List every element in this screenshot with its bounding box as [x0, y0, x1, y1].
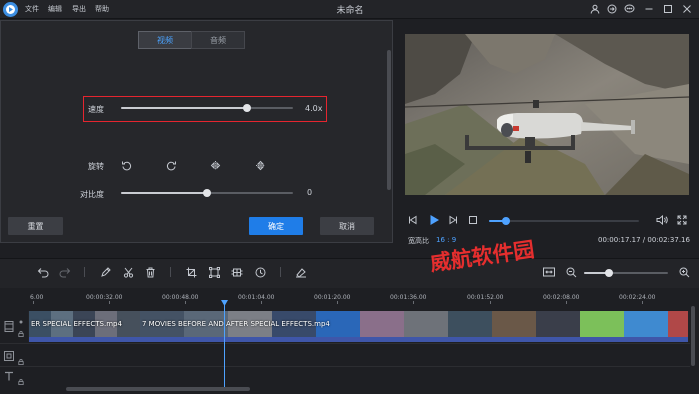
- playback-handle[interactable]: [502, 217, 510, 225]
- flip-vertical-icon[interactable]: [254, 159, 266, 171]
- menu-export[interactable]: 导出: [72, 4, 86, 14]
- duration-clock-icon[interactable]: [253, 265, 267, 279]
- contrast-slider-handle[interactable]: [203, 189, 211, 197]
- speed-value: 4.0x: [305, 104, 323, 113]
- play-icon[interactable]: [428, 214, 440, 226]
- video-track-icon: [3, 320, 15, 332]
- toolbar-divider: [84, 267, 85, 277]
- undo-icon[interactable]: [36, 265, 50, 279]
- ruler-tick-label: 00:01:36.00: [390, 294, 427, 301]
- playhead-handle[interactable]: [221, 300, 228, 306]
- ruler-tick: [642, 301, 643, 304]
- zoom-out-icon[interactable]: [564, 265, 578, 279]
- tab-audio[interactable]: 音频: [191, 31, 245, 49]
- speed-slider-handle[interactable]: [243, 104, 251, 112]
- edit-pen-icon[interactable]: [98, 265, 112, 279]
- contrast-slider[interactable]: [121, 189, 293, 197]
- video-clip[interactable]: ER SPECIAL EFFECTS.mp4: [29, 311, 140, 342]
- menu-file[interactable]: 文件: [25, 4, 39, 14]
- fullscreen-icon[interactable]: [677, 215, 687, 225]
- aspect-ratio-value[interactable]: 16 : 9: [436, 236, 456, 244]
- ruler-tick: [490, 301, 491, 304]
- ruler-tick-label: 00:02:08.00: [543, 294, 580, 301]
- track-lock-icon[interactable]: [18, 358, 24, 365]
- menu-edit[interactable]: 编辑: [48, 4, 62, 14]
- playhead-line[interactable]: [224, 300, 225, 388]
- stop-icon[interactable]: [468, 215, 478, 225]
- ruler-tick-label: 00:00:32.00: [86, 294, 123, 301]
- track-divider: [0, 343, 690, 344]
- panel-scrollbar[interactable]: [387, 50, 391, 190]
- tab-video[interactable]: 视频: [138, 31, 192, 49]
- ruler-tick: [566, 301, 567, 304]
- contrast-label: 对比度: [80, 190, 104, 199]
- rotate-label: 旋转: [88, 162, 104, 171]
- close-icon[interactable]: [681, 3, 693, 15]
- minimize-icon[interactable]: [643, 3, 655, 15]
- resize-frame-icon[interactable]: [207, 265, 221, 279]
- crop-icon[interactable]: [184, 265, 198, 279]
- zoom-in-icon[interactable]: [677, 265, 691, 279]
- timeline-vertical-scrollbar[interactable]: [691, 306, 695, 366]
- track-lock-icon[interactable]: [18, 330, 24, 337]
- cancel-button[interactable]: 取消: [320, 217, 374, 235]
- rotate-left-icon[interactable]: [120, 159, 132, 171]
- toolbar-divider: [280, 267, 281, 277]
- ruler-tick-label: 00:02:24.00: [619, 294, 656, 301]
- ruler-tick-label: 00:01:04.00: [238, 294, 275, 301]
- edit-panel: [0, 20, 393, 243]
- speed-label: 速度: [88, 105, 104, 114]
- ruler-tick-label: 00:01:20.00: [314, 294, 351, 301]
- contrast-value: 0: [307, 188, 313, 197]
- helicopter-frame-image: [405, 34, 689, 195]
- sign-in-icon[interactable]: [606, 3, 618, 15]
- split-scissors-icon[interactable]: [121, 265, 135, 279]
- timeline-horizontal-scrollbar[interactable]: [66, 387, 250, 391]
- ruler-tick-label: 6.00: [30, 294, 44, 301]
- toolbar-divider: [170, 267, 171, 277]
- video-clip[interactable]: 7 MOVIES BEFORE AND AFTER SPECIAL EFFECT…: [140, 311, 688, 342]
- previous-frame-icon[interactable]: [408, 215, 418, 225]
- playback-progress-bar[interactable]: [489, 217, 639, 225]
- flip-horizontal-icon[interactable]: [209, 159, 221, 171]
- zoom-slider-handle[interactable]: [605, 269, 613, 277]
- reset-button[interactable]: 重置: [8, 217, 63, 235]
- clip-title: 7 MOVIES BEFORE AND AFTER SPECIAL EFFECT…: [142, 320, 330, 328]
- ruler-tick-label: 00:00:48.00: [162, 294, 199, 301]
- ruler-tick: [109, 301, 110, 304]
- user-icon[interactable]: [589, 3, 601, 15]
- clip-title: ER SPECIAL EFFECTS.mp4: [31, 320, 122, 328]
- rotate-right-icon[interactable]: [165, 159, 177, 171]
- text-track-icon: [3, 370, 15, 382]
- track-divider: [0, 366, 690, 367]
- maximize-icon[interactable]: [662, 3, 674, 15]
- track-visibility-icon[interactable]: [18, 318, 24, 324]
- timeline-zoom-slider[interactable]: [584, 269, 668, 277]
- window-title: 未命名: [336, 6, 364, 16]
- app-logo-icon: [3, 2, 18, 17]
- ruler-tick: [337, 301, 338, 304]
- redo-icon[interactable]: [58, 265, 72, 279]
- menu-help[interactable]: 帮助: [95, 4, 109, 14]
- ruler-tick: [185, 301, 186, 304]
- volume-icon[interactable]: [656, 215, 668, 225]
- chat-icon[interactable]: [623, 3, 635, 15]
- track-lock-icon[interactable]: [18, 378, 24, 385]
- next-frame-icon[interactable]: [448, 215, 458, 225]
- aspect-ratio-label: 宽高比: [408, 237, 429, 245]
- ruler-tick: [413, 301, 414, 304]
- color-drop-icon[interactable]: [294, 265, 308, 279]
- ruler-tick: [33, 301, 34, 304]
- ruler-tick: [261, 301, 262, 304]
- fit-timeline-icon[interactable]: [542, 265, 556, 279]
- speed-slider[interactable]: [121, 104, 293, 112]
- ruler-tick-label: 00:01:52.00: [467, 294, 504, 301]
- delete-trash-icon[interactable]: [143, 265, 157, 279]
- overlay-track-icon: [3, 350, 15, 362]
- video-preview: [405, 34, 689, 195]
- mosaic-icon[interactable]: [230, 265, 244, 279]
- playback-time: 00:00:17.17 / 00:02:37.16: [598, 236, 690, 244]
- ok-button[interactable]: 确定: [249, 217, 303, 235]
